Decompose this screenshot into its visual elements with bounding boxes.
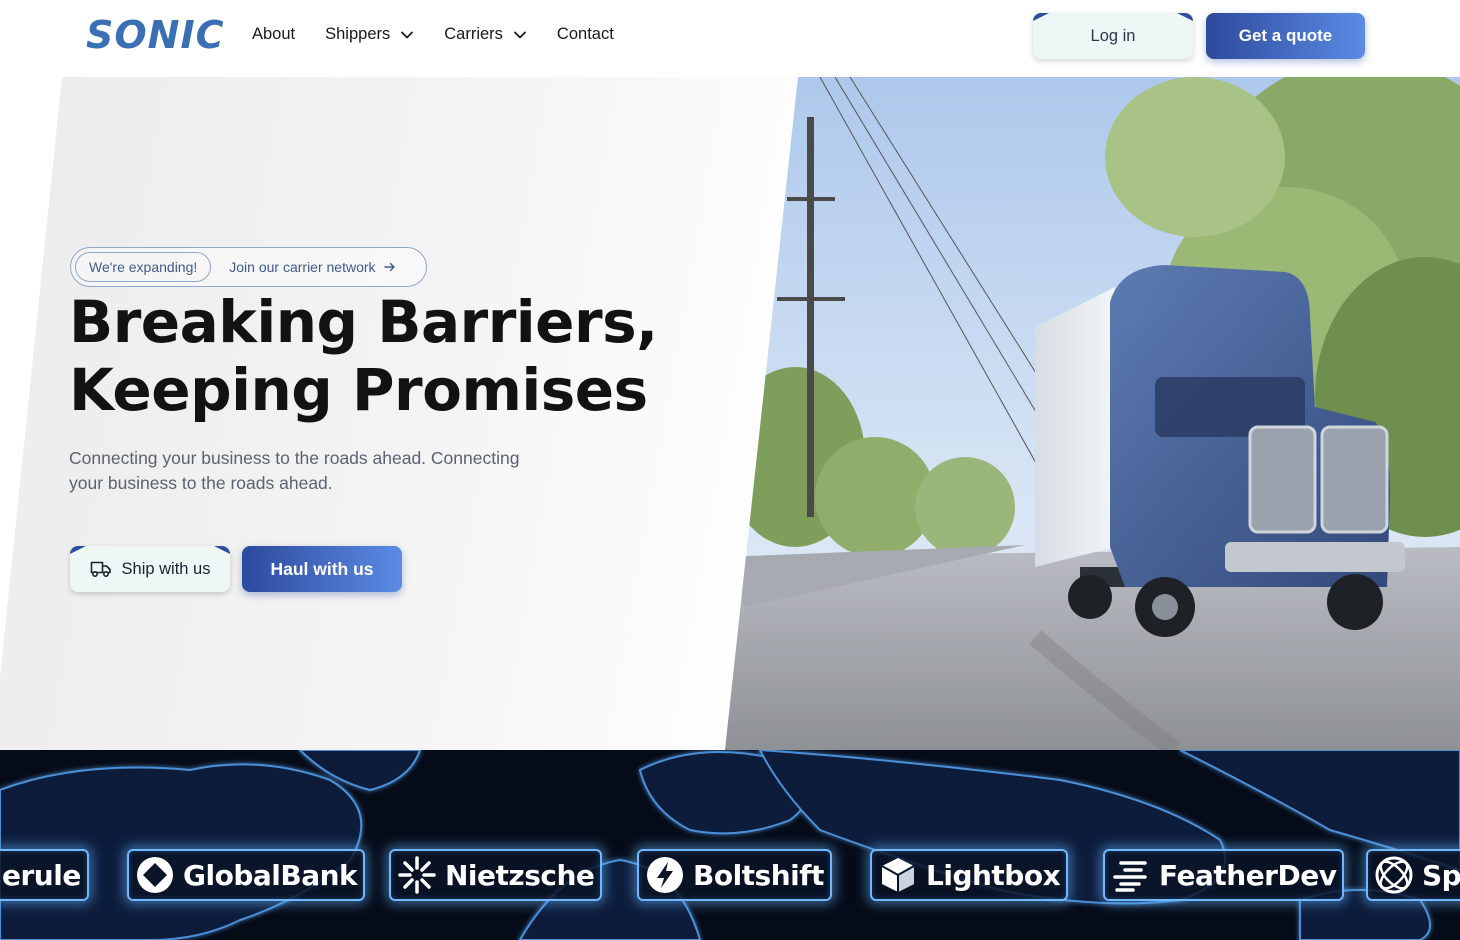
login-button[interactable]: Log in bbox=[1033, 13, 1193, 59]
expanding-announcement[interactable]: We're expanding! Join our carrier networ… bbox=[70, 247, 427, 287]
hero-subtext: Connecting your business to the roads ah… bbox=[69, 448, 520, 493]
partner-name: Boltshift bbox=[693, 858, 824, 892]
nav-about-label: About bbox=[252, 25, 296, 43]
hero-truck-photo bbox=[725, 77, 1460, 750]
truck-icon bbox=[90, 561, 111, 578]
sonic-logo[interactable]: SONIC bbox=[86, 13, 225, 57]
world-map-background bbox=[0, 750, 1460, 940]
nav-links: About Shippers Carriers Contact bbox=[252, 25, 614, 44]
chevron-down-icon bbox=[514, 31, 526, 38]
nav-shippers-label: Shippers bbox=[325, 25, 391, 43]
sunburst-icon bbox=[398, 856, 436, 894]
chevron-down-icon bbox=[401, 31, 414, 38]
partner-name: Lightbox bbox=[926, 858, 1061, 892]
partner-logo-spl: Spl bbox=[1366, 849, 1460, 901]
get-quote-button[interactable]: Get a quote bbox=[1206, 13, 1365, 59]
orbit-icon bbox=[1375, 856, 1413, 894]
arrow-right-icon bbox=[383, 262, 395, 272]
get-quote-label: Get a quote bbox=[1238, 26, 1333, 45]
carrier-network-label: Join our carrier network bbox=[229, 259, 376, 275]
feather-icon bbox=[1113, 861, 1147, 892]
ship-with-us-button[interactable]: Ship with us bbox=[70, 546, 230, 592]
nav-about[interactable]: About bbox=[252, 25, 295, 44]
partner-name: GlobalBank bbox=[183, 858, 358, 892]
partner-name: FeatherDev bbox=[1159, 858, 1337, 892]
nav-contact-label: Contact bbox=[556, 25, 614, 43]
partner-logo-globalbank: GlobalBank bbox=[127, 849, 366, 901]
partner-name: Spl bbox=[1422, 858, 1460, 892]
partner-logo-strip: erule GlobalBank Nietzsche Boltshift Lig… bbox=[0, 750, 1460, 940]
top-navbar: SONIC About Shippers Carriers Contact Lo… bbox=[0, 0, 1460, 72]
brand-name: SONIC bbox=[86, 13, 225, 57]
login-label: Log in bbox=[1090, 26, 1136, 45]
bolt-icon bbox=[647, 857, 683, 893]
ship-with-us-label: Ship with us bbox=[121, 559, 211, 578]
partner-logo-lightbox: Lightbox bbox=[870, 849, 1069, 901]
headline-line-2: Keeping Promises bbox=[69, 356, 648, 424]
nav-carriers-label: Carriers bbox=[444, 25, 503, 43]
partner-logo-featherdev: FeatherDev bbox=[1103, 849, 1345, 901]
headline-line-1: Breaking Barriers, bbox=[69, 288, 658, 356]
haul-with-us-button[interactable]: Haul with us bbox=[242, 546, 402, 592]
partner-logo-nietzsche: Nietzsche bbox=[389, 849, 603, 901]
nav-contact[interactable]: Contact bbox=[557, 25, 614, 44]
nav-carriers-dropdown[interactable]: Carriers bbox=[444, 25, 527, 44]
expanding-badge: We're expanding! bbox=[75, 252, 212, 282]
partner-name: erule bbox=[2, 858, 81, 892]
page: SONIC About Shippers Carriers Contact Lo… bbox=[0, 0, 1460, 940]
haul-with-us-label: Haul with us bbox=[270, 558, 374, 579]
cube-icon bbox=[881, 858, 915, 892]
partner-logo-boltshift: Boltshift bbox=[637, 849, 832, 901]
nav-shippers-dropdown[interactable]: Shippers bbox=[325, 25, 414, 44]
truck-illustration bbox=[725, 77, 1460, 750]
partner-logo-erule: erule bbox=[0, 849, 89, 901]
carrier-network-link[interactable]: Join our carrier network bbox=[229, 259, 395, 275]
hero-headline: Breaking Barriers, Keeping Promises bbox=[69, 288, 658, 424]
partner-name: Nietzsche bbox=[445, 858, 595, 892]
globalbank-logo-icon bbox=[137, 857, 173, 893]
